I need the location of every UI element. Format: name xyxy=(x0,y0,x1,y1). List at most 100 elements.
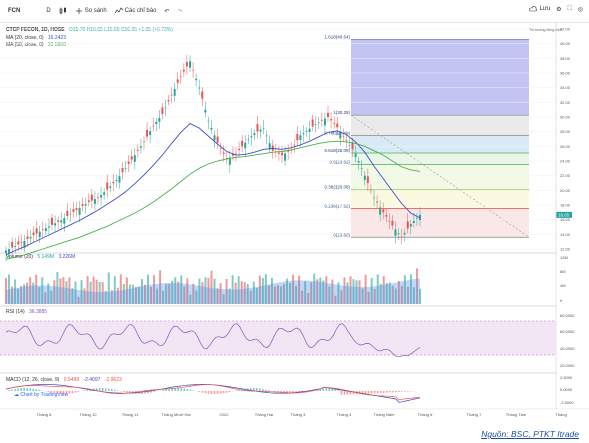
macd-histogram-bar xyxy=(388,391,391,393)
candle-body xyxy=(336,123,339,128)
symbol-search[interactable]: FCN xyxy=(8,8,20,14)
macd-histogram-bar xyxy=(74,391,77,393)
candle-body xyxy=(388,220,391,222)
save-label[interactable]: Lưu xyxy=(539,6,550,12)
candle-body xyxy=(106,182,109,190)
price-chart[interactable]: 1.618(40.54)1(30.25)0.786(27.48)0.618(25… xyxy=(0,23,589,418)
macd-histogram-bar xyxy=(65,391,68,394)
indicators-label[interactable]: Các chỉ báo xyxy=(125,8,157,14)
macd-histogram-bar xyxy=(189,389,192,391)
candle-body xyxy=(5,250,7,254)
candle-body xyxy=(47,226,50,228)
candle-type-button[interactable] xyxy=(59,7,67,15)
indicators-button[interactable]: Các chỉ báo xyxy=(114,7,157,15)
macd-histogram-bar xyxy=(11,389,13,391)
macd-histogram-bar xyxy=(404,391,406,392)
rsi-tick-label: 60.0000 xyxy=(560,329,575,334)
fib-level-label: 0.618(25.09) xyxy=(324,148,350,153)
symbol-label[interactable]: FCN xyxy=(8,8,20,14)
macd-histogram-bar xyxy=(322,388,325,391)
macd-histogram-bar xyxy=(59,391,62,394)
candle-body xyxy=(250,136,253,138)
camera-icon: ◎ xyxy=(577,6,583,13)
undo-button[interactable]: ↶ xyxy=(164,8,169,15)
fullscreen-button[interactable]: ⛶ xyxy=(568,6,572,13)
macd-histogram-bar xyxy=(71,391,74,394)
toolbar-right: Lưu ⚙ ⛶ ◎ xyxy=(529,5,583,13)
candle-body xyxy=(72,209,75,212)
save-button[interactable]: Lưu xyxy=(529,5,550,13)
compare-button[interactable]: So sánh xyxy=(75,7,107,15)
macd-tick-label: -2.5000 xyxy=(560,400,574,405)
candle-body xyxy=(185,61,188,67)
interval-button[interactable]: D xyxy=(46,8,50,14)
volume-bars xyxy=(5,268,421,304)
macd-histogram-bar xyxy=(23,388,25,391)
candle-body xyxy=(112,181,115,184)
candle-body xyxy=(103,192,106,195)
settings-button[interactable]: ⚙ xyxy=(556,6,561,13)
volume-tick-label: 0 xyxy=(560,298,563,303)
price-tick-label: 20.00 xyxy=(560,188,571,193)
candle-body xyxy=(376,201,379,203)
macd-histogram-bar xyxy=(183,388,186,391)
macd-signal-line xyxy=(5,384,421,401)
candle-body xyxy=(302,133,305,135)
candle-body xyxy=(244,142,247,149)
macd-histogram-bar xyxy=(180,388,183,391)
macd-histogram-bar xyxy=(86,389,89,391)
candle-body xyxy=(247,139,250,141)
candle-body xyxy=(66,210,69,216)
candle-body xyxy=(195,78,198,81)
macd-histogram-bar xyxy=(68,391,71,394)
interval-label[interactable]: D xyxy=(46,8,50,14)
time-tick-label: Tháng 8 xyxy=(37,412,52,417)
candle-body xyxy=(348,144,351,146)
macd-histogram-bar xyxy=(201,391,204,393)
candle-body xyxy=(14,246,17,247)
macd-histogram-bar xyxy=(213,391,216,394)
macd-histogram-bar xyxy=(192,390,195,391)
candle-body xyxy=(357,161,360,163)
last-price-label: 16.65 xyxy=(558,212,570,217)
compare-label[interactable]: So sánh xyxy=(85,8,107,14)
price-tick-label: 30.00 xyxy=(560,115,571,120)
fib-zone xyxy=(351,164,529,190)
candle-body xyxy=(75,208,78,210)
candle-body xyxy=(210,128,213,130)
candle-body xyxy=(54,223,57,226)
candle-body xyxy=(241,140,244,147)
price-tick-label: 12.00 xyxy=(560,247,571,252)
top-toolbar: FCN D So sánh Các chỉ báo ↶ ↷ Lưu ⚙ ⛶ ◎ xyxy=(0,0,589,23)
macd-histogram-bar xyxy=(14,388,16,391)
rsi-tick-label: 20.0000 xyxy=(560,363,575,368)
volume-tick-label: 4M xyxy=(560,283,566,288)
price-tick-label: 34.00 xyxy=(560,85,571,90)
time-tick-label: Tháng 10 xyxy=(80,412,98,417)
candle-body xyxy=(118,176,121,183)
fullscreen-icon: ⛶ xyxy=(567,5,572,12)
candle-body xyxy=(256,124,259,132)
macd-histogram-bar xyxy=(153,391,155,392)
macd-histogram-bar xyxy=(376,391,379,394)
macd-histogram-bar xyxy=(198,391,201,392)
snapshot-button[interactable]: ◎ xyxy=(578,6,583,13)
source-note[interactable]: Nguồn: BSC, PTKT Itrade xyxy=(481,429,579,439)
macd-histogram-bar xyxy=(328,388,331,391)
candle-body xyxy=(124,168,127,169)
candle-body xyxy=(330,119,333,121)
candle-body xyxy=(20,242,23,243)
fib-zone xyxy=(351,189,529,209)
candle-body xyxy=(293,144,296,146)
macd-histogram-bar xyxy=(385,391,388,393)
redo-button[interactable]: ↷ xyxy=(177,8,182,15)
macd-histogram-bar xyxy=(38,389,41,391)
volume-ma-area xyxy=(6,278,420,304)
candle-body xyxy=(11,241,14,248)
candle-body xyxy=(354,153,357,158)
macd-histogram-bar xyxy=(162,389,164,391)
candle-body xyxy=(93,199,96,204)
macd-histogram-bar xyxy=(35,389,38,391)
candle-body xyxy=(373,197,375,199)
fibonacci-retracement[interactable]: 1.618(40.54)1(30.25)0.786(27.48)0.618(25… xyxy=(324,35,530,238)
